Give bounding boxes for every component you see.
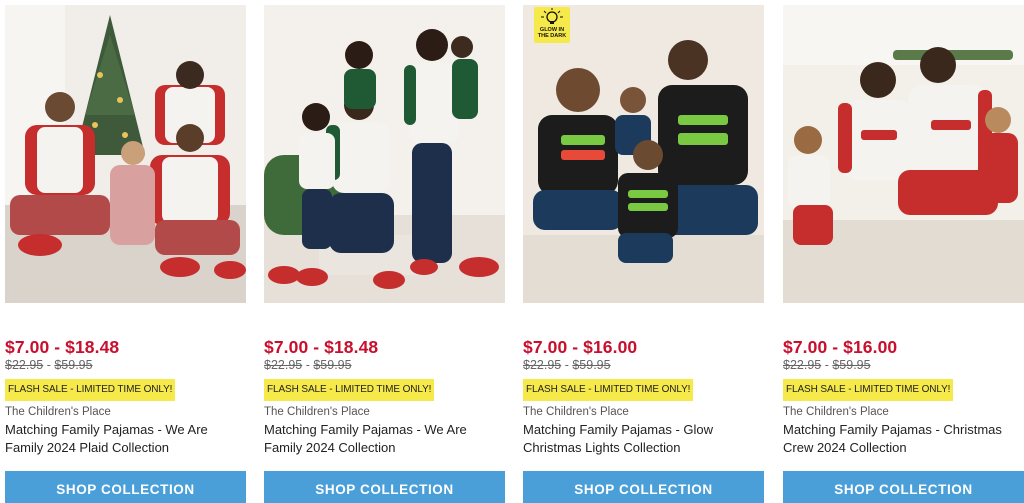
original-price: $22.95 - $59.95 — [783, 358, 1024, 373]
product-title[interactable]: Matching Family Pajamas - Glow Christmas… — [523, 421, 764, 457]
product-grid: $7.00 - $18.48 $22.95 - $59.95 FLASH SAL… — [0, 0, 1024, 503]
shop-collection-button[interactable]: SHOP COLLECTION — [264, 471, 505, 503]
brand-name: The Children's Place — [783, 406, 889, 418]
original-price-low: $22.95 — [523, 358, 562, 372]
original-price-low: $22.95 — [5, 358, 44, 372]
product-card: $7.00 - $18.48 $22.95 - $59.95 FLASH SAL… — [264, 5, 505, 503]
product-photo — [783, 5, 1024, 303]
original-price-high: $59.95 — [54, 358, 93, 372]
original-price-high: $59.95 — [832, 358, 871, 372]
original-price-low: $22.95 — [264, 358, 303, 372]
flash-sale-badge: FLASH SALE - LIMITED TIME ONLY! — [5, 379, 176, 401]
sale-price: $7.00 - $16.00 — [783, 337, 898, 357]
original-price-low: $22.95 — [783, 358, 822, 372]
original-price-high: $59.95 — [313, 358, 352, 372]
price-separator: - — [821, 358, 833, 372]
product-photo — [523, 5, 764, 303]
lightbulb-icon — [541, 8, 563, 24]
price-separator: - — [561, 358, 573, 372]
brand-name: The Children's Place — [523, 406, 629, 418]
original-price: $22.95 - $59.95 — [5, 358, 246, 373]
product-card: $7.00 - $16.00 $22.95 - $59.95 FLASH SAL… — [783, 5, 1024, 503]
original-price: $22.95 - $59.95 — [264, 358, 505, 373]
product-photo — [5, 5, 246, 303]
original-price-high: $59.95 — [572, 358, 611, 372]
product-image[interactable] — [264, 5, 505, 303]
product-image[interactable] — [783, 5, 1024, 303]
sale-price: $7.00 - $18.48 — [264, 337, 379, 357]
price-separator: - — [302, 358, 314, 372]
product-title[interactable]: Matching Family Pajamas - We Are Family … — [5, 421, 246, 457]
sale-price: $7.00 - $16.00 — [523, 337, 638, 357]
product-image[interactable]: GLOW IN THE DARK — [523, 5, 764, 303]
product-image[interactable] — [5, 5, 246, 303]
product-title[interactable]: Matching Family Pajamas - We Are Family … — [264, 421, 505, 457]
flash-sale-badge: FLASH SALE - LIMITED TIME ONLY! — [783, 379, 954, 401]
glow-in-the-dark-badge: GLOW IN THE DARK — [534, 7, 570, 43]
brand-name: The Children's Place — [5, 406, 111, 418]
product-title[interactable]: Matching Family Pajamas - Christmas Crew… — [783, 421, 1024, 457]
sale-price: $7.00 - $18.48 — [5, 337, 120, 357]
price-separator: - — [43, 358, 55, 372]
product-card: GLOW IN THE DARK $7.00 - $16.00 $22.95 -… — [523, 5, 764, 503]
product-card: $7.00 - $18.48 $22.95 - $59.95 FLASH SAL… — [5, 5, 246, 503]
shop-collection-button[interactable]: SHOP COLLECTION — [783, 471, 1024, 503]
flash-sale-badge: FLASH SALE - LIMITED TIME ONLY! — [523, 379, 694, 401]
badge-line-2: THE DARK — [537, 33, 567, 39]
product-photo — [264, 5, 505, 303]
brand-name: The Children's Place — [264, 406, 370, 418]
shop-collection-button[interactable]: SHOP COLLECTION — [523, 471, 764, 503]
shop-collection-button[interactable]: SHOP COLLECTION — [5, 471, 246, 503]
flash-sale-badge: FLASH SALE - LIMITED TIME ONLY! — [264, 379, 435, 401]
original-price: $22.95 - $59.95 — [523, 358, 764, 373]
